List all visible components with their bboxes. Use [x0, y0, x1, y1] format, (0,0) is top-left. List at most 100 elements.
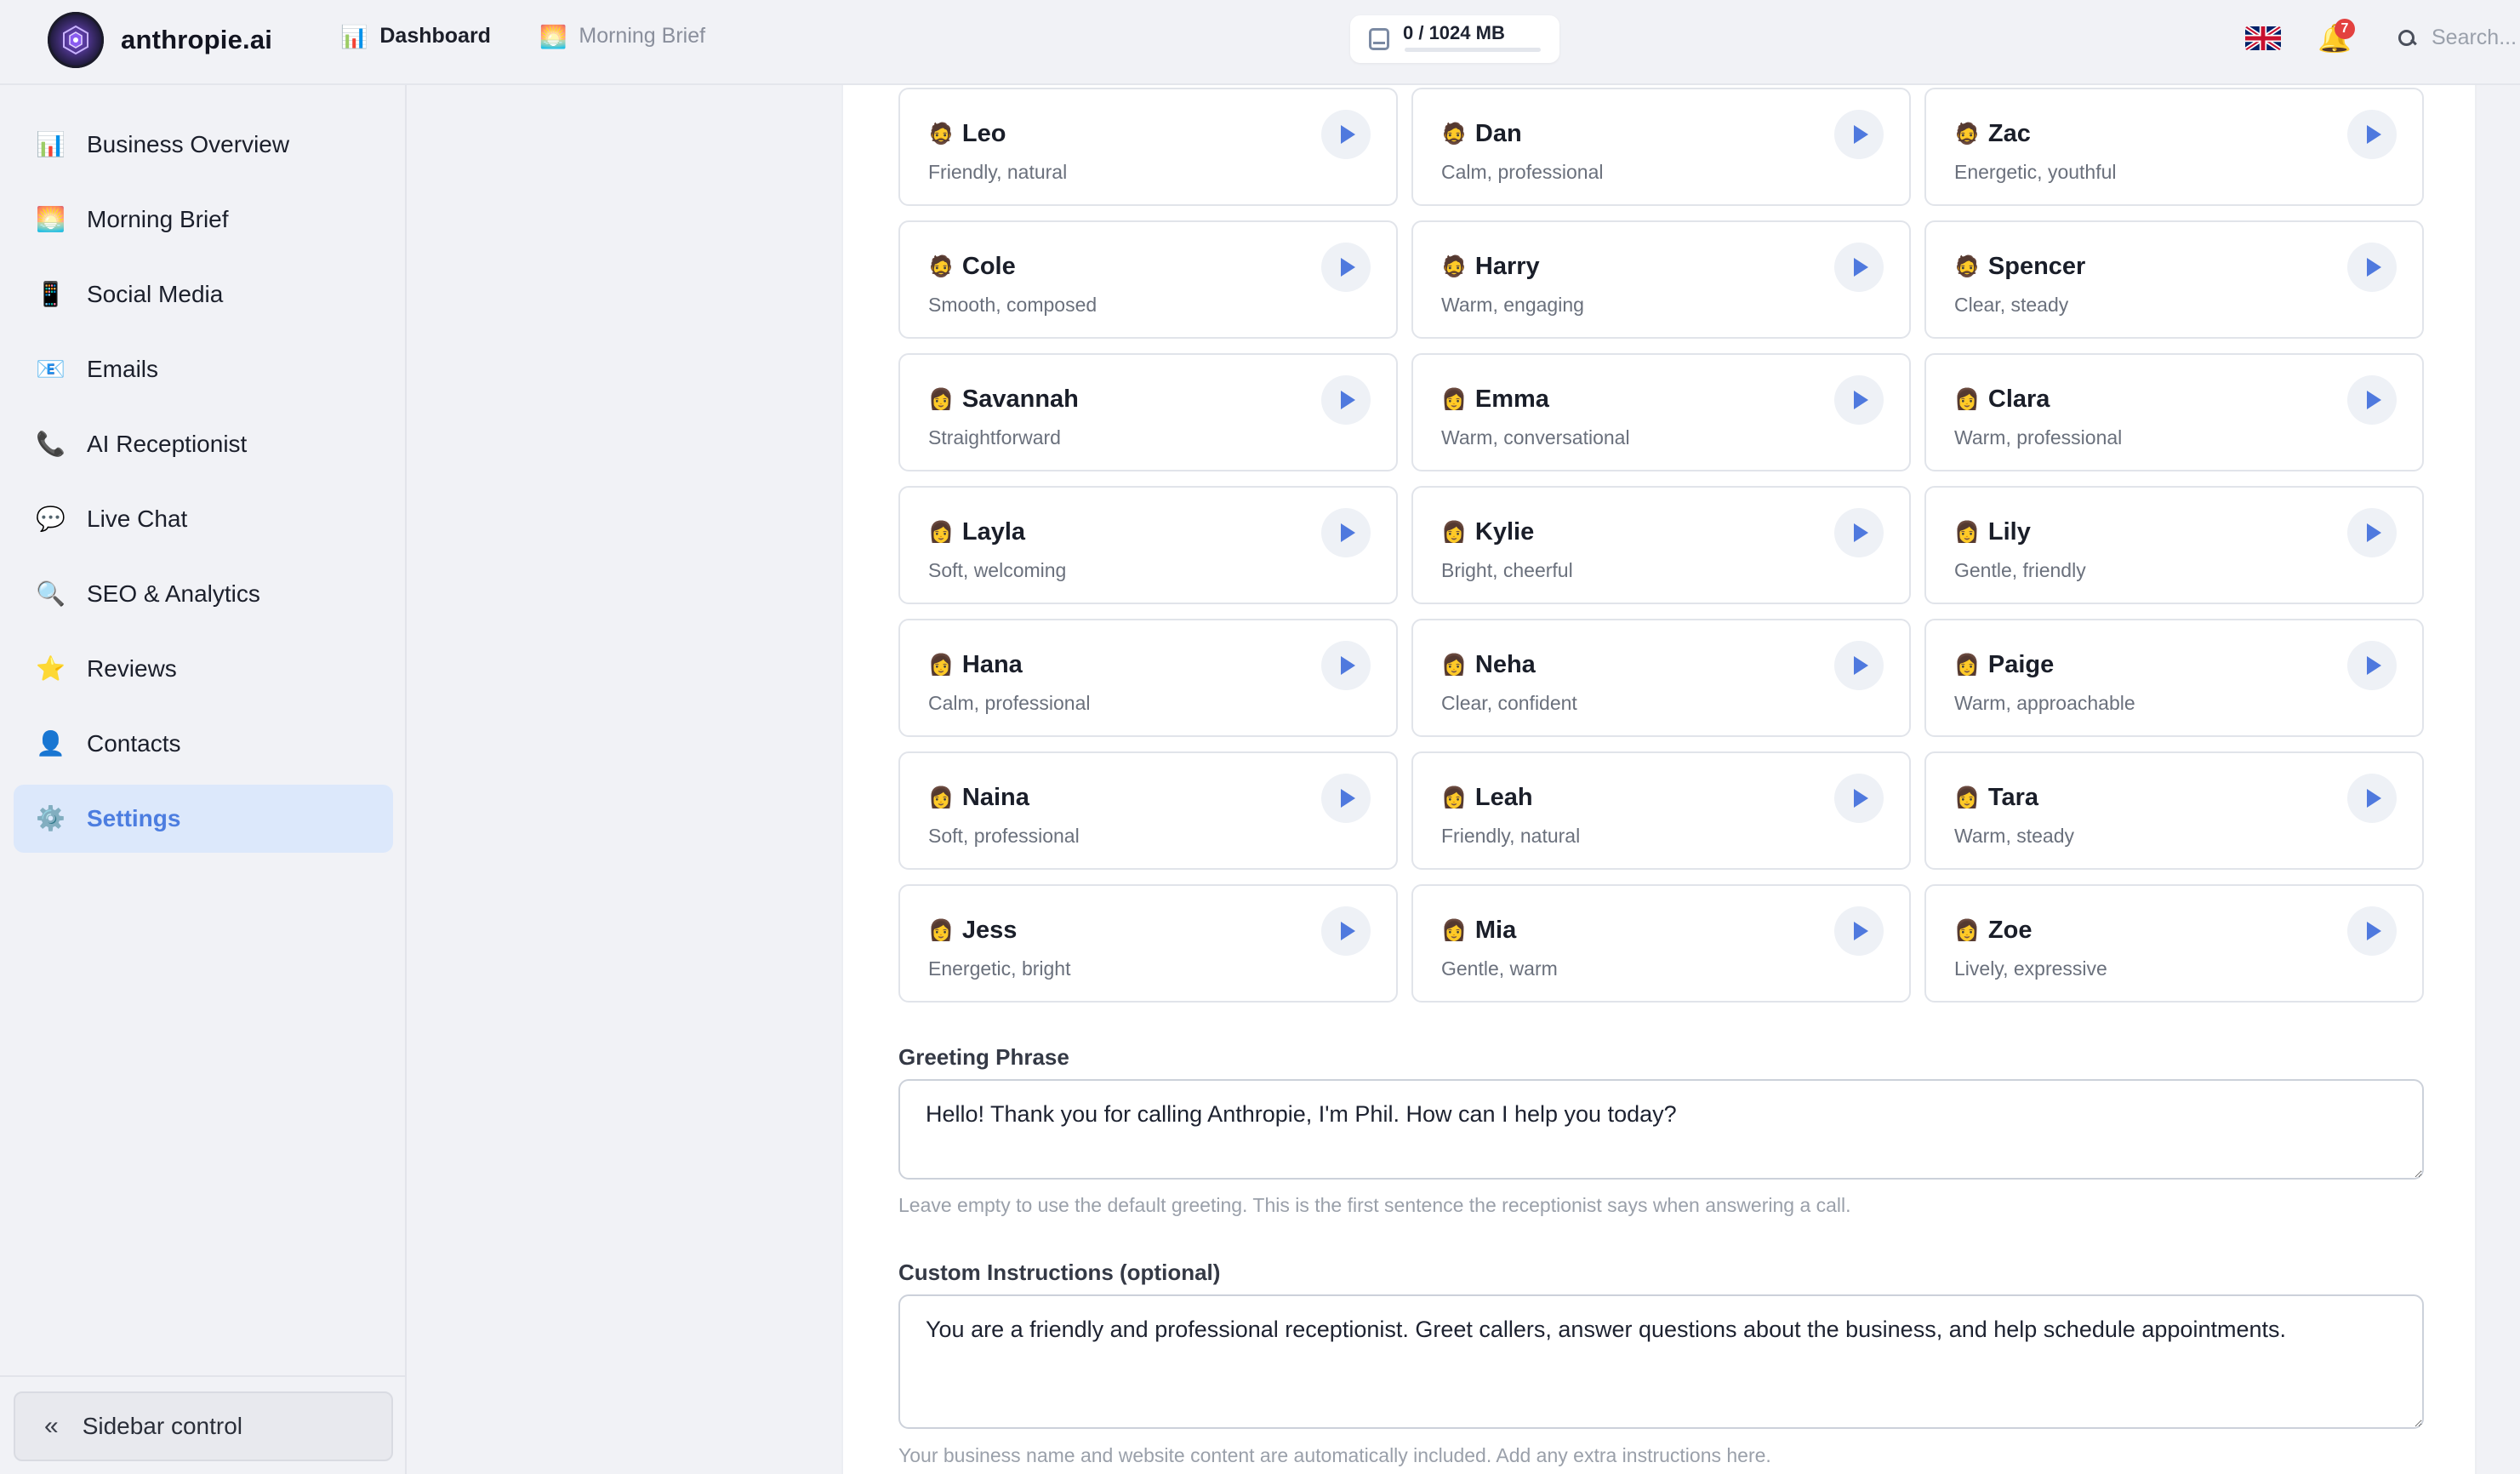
- voice-card[interactable]: 👩 Naina Soft, professional: [898, 751, 1398, 870]
- voice-name-label: Paige: [1987, 651, 2055, 678]
- voice-name-label: Leo: [961, 120, 1006, 147]
- greeting-field[interactable]: [898, 1079, 2424, 1180]
- storage-text: 0 / 1024 MB: [1403, 22, 1505, 43]
- instructions-field[interactable]: [898, 1294, 2424, 1429]
- voice-name: 👩 Mia: [1441, 917, 1516, 945]
- voice-name: 🧔 Spencer: [1954, 253, 2085, 281]
- chevron-left-double-icon: «: [44, 1412, 59, 1440]
- nav-morning-brief[interactable]: 🌅 Morning Brief: [539, 24, 705, 49]
- voice-name: 👩 Naina: [928, 784, 1029, 812]
- play-icon[interactable]: [2347, 375, 2397, 425]
- voice-card[interactable]: 🧔 Zac Energetic, youthful: [1924, 88, 2424, 206]
- sidebar-item-ai-receptionist[interactable]: 📞 AI Receptionist: [14, 410, 393, 478]
- sidebar-control-button[interactable]: « Sidebar control: [14, 1391, 393, 1461]
- play-icon[interactable]: [2347, 906, 2397, 956]
- play-icon[interactable]: [2347, 243, 2397, 292]
- notification-badge: 7: [2335, 19, 2355, 39]
- voice-name-label: Naina: [961, 784, 1029, 811]
- sidebar-item-business-overview[interactable]: 📊 Business Overview: [14, 111, 393, 179]
- voice-description: Calm, professional: [1441, 161, 1604, 183]
- play-icon[interactable]: [1834, 508, 1884, 557]
- voice-name-label: Leah: [1474, 784, 1533, 811]
- play-icon[interactable]: [1834, 906, 1884, 956]
- voice-card[interactable]: 👩 Leah Friendly, natural: [1411, 751, 1911, 870]
- voice-name-label: Zoe: [1987, 917, 2033, 944]
- voice-name-label: Savannah: [961, 386, 1079, 413]
- voice-card[interactable]: 🧔 Leo Friendly, natural: [898, 88, 1398, 206]
- play-icon[interactable]: [1321, 906, 1371, 956]
- voice-card[interactable]: 👩 Paige Warm, approachable: [1924, 619, 2424, 737]
- voice-card[interactable]: 👩 Kylie Bright, cheerful: [1411, 486, 1911, 604]
- play-icon[interactable]: [2347, 774, 2397, 823]
- play-icon[interactable]: [1321, 508, 1371, 557]
- sidebar-item-reviews[interactable]: ⭐ Reviews: [14, 635, 393, 703]
- voice-avatar-icon: 👩: [1441, 653, 1467, 677]
- storage-indicator[interactable]: 0 / 1024 MB: [1350, 15, 1559, 63]
- play-icon[interactable]: [1834, 641, 1884, 690]
- voice-card[interactable]: 👩 Clara Warm, professional: [1924, 353, 2424, 471]
- play-icon[interactable]: [2347, 110, 2397, 159]
- voice-avatar-icon: 👩: [1954, 653, 1980, 677]
- sidebar: 📊 Business Overview 🌅 Morning Brief 📱 So…: [0, 85, 407, 1474]
- play-icon[interactable]: [1321, 243, 1371, 292]
- voice-description: Straightforward: [928, 426, 1061, 448]
- play-icon[interactable]: [1321, 774, 1371, 823]
- phone-icon: 📞: [36, 431, 66, 457]
- sidebar-item-seo-analytics[interactable]: 🔍 SEO & Analytics: [14, 560, 393, 628]
- voice-card[interactable]: 👩 Lily Gentle, friendly: [1924, 486, 2424, 604]
- play-icon[interactable]: [1834, 243, 1884, 292]
- play-icon[interactable]: [1321, 641, 1371, 690]
- voice-name-label: Layla: [961, 518, 1026, 546]
- voice-card[interactable]: 👩 Jess Energetic, bright: [898, 884, 1398, 1003]
- sidebar-item-morning-brief[interactable]: 🌅 Morning Brief: [14, 186, 393, 254]
- sidebar-item-contacts[interactable]: 👤 Contacts: [14, 710, 393, 778]
- voice-avatar-icon: 👩: [928, 520, 954, 544]
- voice-avatar-icon: 🧔: [928, 122, 954, 146]
- voice-card[interactable]: 👩 Emma Warm, conversational: [1411, 353, 1911, 471]
- voice-description: Warm, approachable: [1954, 692, 2135, 714]
- voice-name: 👩 Leah: [1441, 784, 1533, 812]
- storage-progress-bar: [1405, 48, 1541, 52]
- voice-card[interactable]: 👩 Zoe Lively, expressive: [1924, 884, 2424, 1003]
- sidebar-item-social-media[interactable]: 📱 Social Media: [14, 260, 393, 329]
- voice-name: 👩 Kylie: [1441, 518, 1534, 546]
- storage-icon: [1369, 28, 1389, 50]
- search-box[interactable]: [2397, 26, 2520, 50]
- sidebar-item-settings[interactable]: ⚙️ Settings: [14, 785, 393, 853]
- play-icon[interactable]: [1834, 774, 1884, 823]
- voice-card[interactable]: 👩 Mia Gentle, warm: [1411, 884, 1911, 1003]
- voice-card[interactable]: 👩 Hana Calm, professional: [898, 619, 1398, 737]
- voice-card[interactable]: 👩 Layla Soft, welcoming: [898, 486, 1398, 604]
- sidebar-item-emails[interactable]: 📧 Emails: [14, 335, 393, 403]
- bar-chart-icon: 📊: [36, 131, 66, 157]
- sidebar-item-label: Reviews: [87, 655, 177, 682]
- play-icon[interactable]: [2347, 641, 2397, 690]
- voice-name: 👩 Clara: [1954, 386, 2050, 414]
- play-icon[interactable]: [1834, 375, 1884, 425]
- voice-card[interactable]: 🧔 Spencer Clear, steady: [1924, 220, 2424, 339]
- play-icon[interactable]: [1834, 110, 1884, 159]
- sidebar-item-live-chat[interactable]: 💬 Live Chat: [14, 485, 393, 553]
- mobile-phone-icon: 📱: [36, 281, 66, 307]
- uk-flag-icon[interactable]: [2245, 26, 2281, 50]
- voice-card[interactable]: 🧔 Harry Warm, engaging: [1411, 220, 1911, 339]
- play-icon[interactable]: [2347, 508, 2397, 557]
- sidebar-divider: [0, 1375, 407, 1377]
- play-icon[interactable]: [1321, 110, 1371, 159]
- sidebar-item-label: Live Chat: [87, 506, 188, 532]
- voice-card[interactable]: 🧔 Cole Smooth, composed: [898, 220, 1398, 339]
- voice-card[interactable]: 🧔 Dan Calm, professional: [1411, 88, 1911, 206]
- voice-name: 👩 Hana: [928, 651, 1023, 679]
- brand[interactable]: anthropie.ai: [48, 12, 272, 68]
- voice-card[interactable]: 👩 Savannah Straightforward: [898, 353, 1398, 471]
- voice-name: 🧔 Leo: [928, 120, 1006, 148]
- voice-grid: 🧔 Leo Friendly, natural 🧔 Dan Calm, professio…: [898, 88, 2424, 1003]
- nav-morning-brief-label: Morning Brief: [579, 24, 706, 48]
- search-input[interactable]: [2432, 26, 2520, 50]
- greeting-help-text: Leave empty to use the default greeting.…: [898, 1194, 1851, 1216]
- play-icon[interactable]: [1321, 375, 1371, 425]
- nav-dashboard[interactable]: 📊 Dashboard: [340, 24, 491, 49]
- voice-card[interactable]: 👩 Tara Warm, steady: [1924, 751, 2424, 870]
- voice-card[interactable]: 👩 Neha Clear, confident: [1411, 619, 1911, 737]
- sidebar-item-label: Settings: [87, 805, 181, 831]
